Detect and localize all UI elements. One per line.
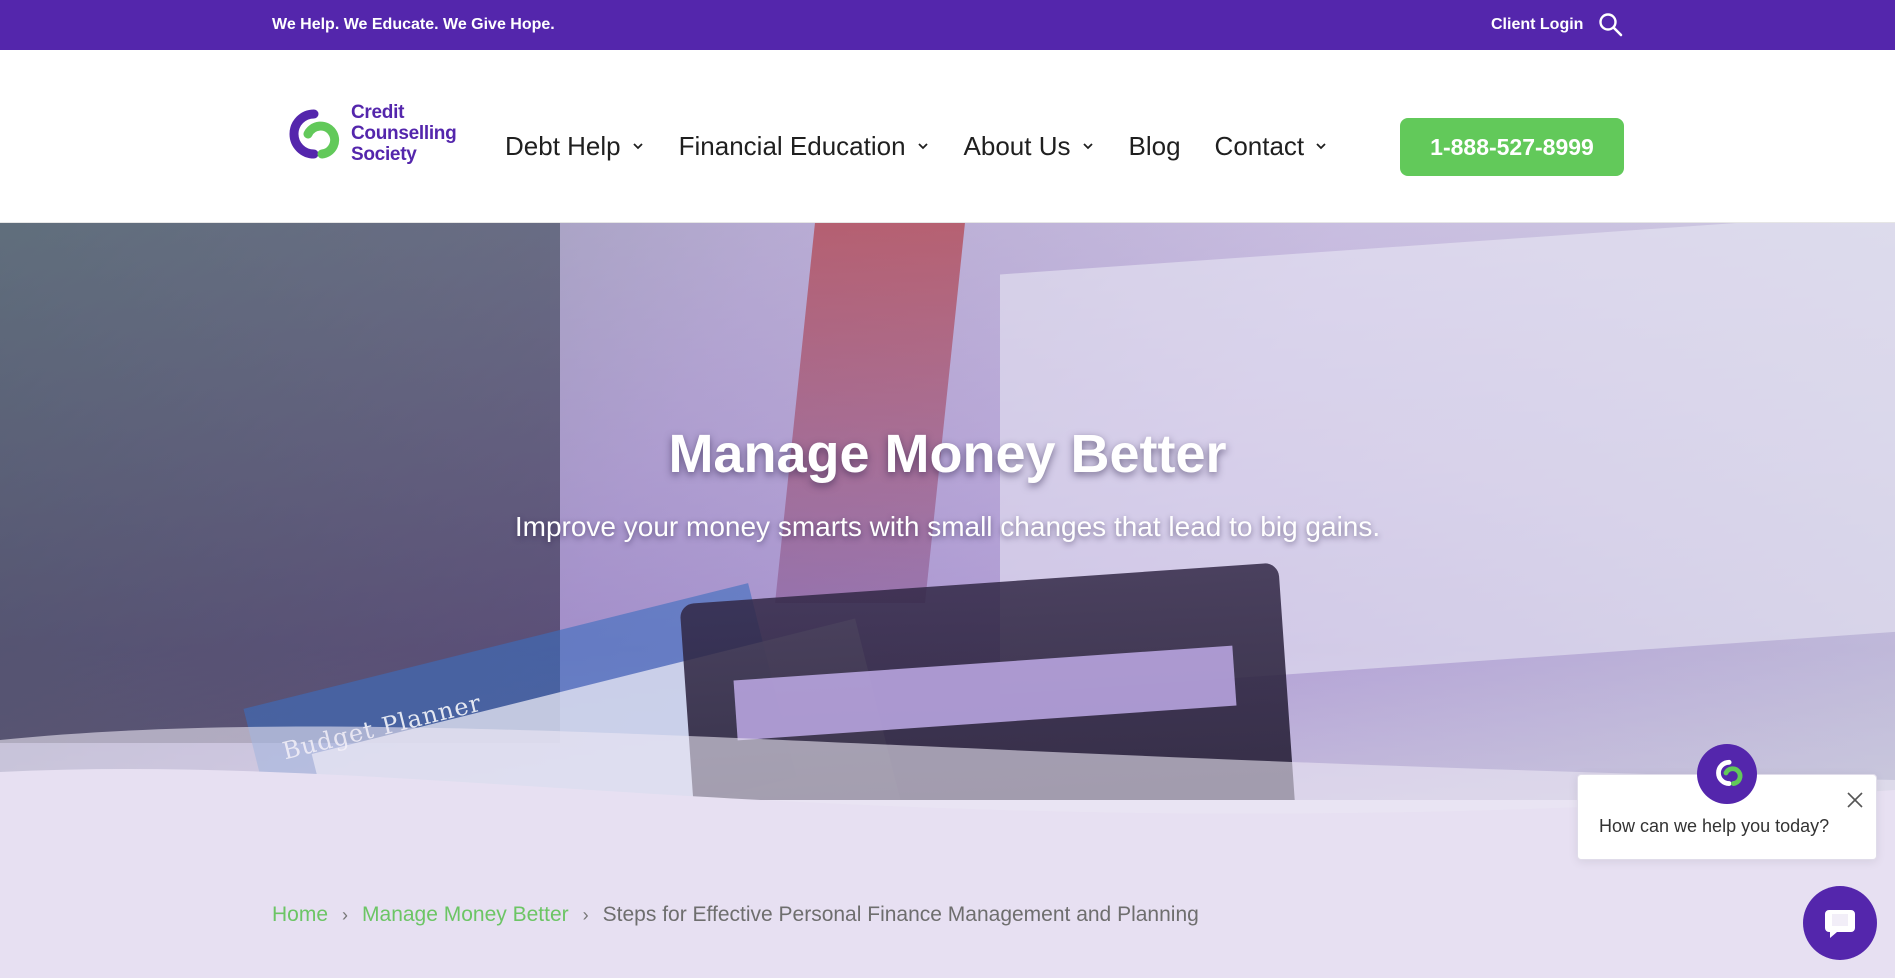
breadcrumb-section-link[interactable]: Manage Money Better [362,903,569,927]
search-icon[interactable] [1598,12,1624,38]
logo-line: Counselling [351,123,457,144]
nav-label: Contact [1214,130,1305,161]
top-bar: We Help. We Educate. We Give Hope. Clien… [0,0,1895,50]
logo-mark-icon [289,109,340,159]
phone-button[interactable]: 1-888-527-8999 [1400,118,1624,176]
nav-label: Debt Help [505,130,621,161]
breadcrumb: Home › Manage Money Better › Steps for E… [272,903,1199,927]
logo-wordmark: Credit Counselling Society [351,102,457,165]
chat-launcher-button[interactable] [1803,886,1877,960]
nav-about-us[interactable]: About Us [964,131,1095,162]
nav-label: Blog [1128,130,1181,161]
hero-title: Manage Money Better [668,424,1227,484]
nav-contact[interactable]: Contact [1215,131,1329,162]
site-header: Credit Counselling Society Debt Help Fin… [0,50,1895,223]
chat-bubble-icon [1825,910,1855,938]
breadcrumb-home[interactable]: Home [272,903,328,927]
logo-mark-icon [1716,759,1743,786]
chevron-down-icon [1082,143,1093,150]
breadcrumb-separator-icon: › [342,904,349,925]
breadcrumb-separator-icon: › [582,904,589,925]
nav-financial-education[interactable]: Financial Education [679,131,930,162]
logo-line: Society [351,144,417,165]
logo[interactable]: Credit Counselling Society [278,102,463,168]
nav-label: About Us [963,130,1071,161]
close-icon[interactable] [1846,791,1864,809]
nav-label: Financial Education [678,130,906,161]
logo-line: Credit [351,102,405,123]
nav-blog[interactable]: Blog [1129,131,1181,162]
chevron-down-icon [632,143,643,150]
tagline: We Help. We Educate. We Give Hope. [272,16,555,33]
hero-subtitle: Improve your money smarts with small cha… [514,511,1381,542]
chat-prompt: How can we help you today? [1599,816,1830,836]
hero-photo-binder [775,223,965,603]
client-login-link[interactable]: Client Login [1491,16,1583,34]
breadcrumb-current: Steps for Effective Personal Finance Man… [602,903,1199,926]
chevron-down-icon [917,143,928,150]
nav-debt-help[interactable]: Debt Help [505,131,645,162]
chevron-down-icon [1316,143,1326,150]
chat-avatar [1697,744,1757,804]
main-nav: Debt Help Financial Education About Us B… [505,130,1362,162]
